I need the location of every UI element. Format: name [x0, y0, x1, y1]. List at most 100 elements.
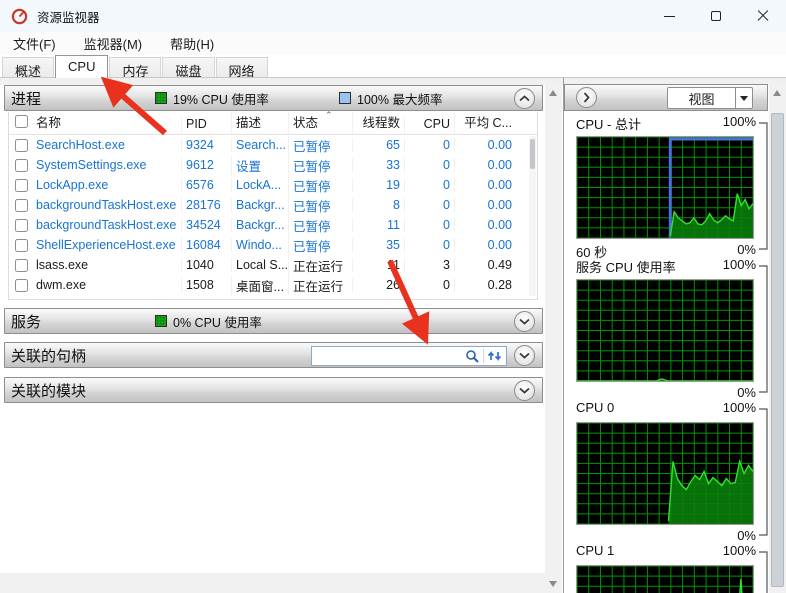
table-row[interactable]: backgroundTaskHost.exe 28176 Backgr... 已… — [9, 195, 537, 215]
modules-section-header[interactable]: 关联的模块 — [4, 377, 543, 403]
table-scrollbar[interactable] — [529, 136, 536, 296]
minimize-button[interactable] — [646, 0, 692, 32]
main-scrollbar[interactable] — [545, 84, 562, 593]
column-header-name[interactable]: 名称 — [9, 112, 181, 134]
row-checkbox[interactable] — [15, 178, 28, 192]
cpu-usage-label: 19% CPU 使用率 — [173, 92, 269, 107]
select-all-checkbox[interactable] — [15, 115, 28, 128]
services-section-header[interactable]: 服务 0% CPU 使用率 — [4, 308, 543, 334]
tab-network[interactable]: 网络 — [215, 57, 268, 79]
resource-monitor-window: 资源监视器 文件(F) 监视器(M) 帮助(H) 概述 CPU 内存 磁盘 网络… — [0, 0, 786, 593]
row-checkbox[interactable] — [15, 158, 28, 172]
cpu-total-chart — [577, 137, 753, 238]
minimize-icon — [663, 15, 675, 17]
close-icon — [757, 10, 769, 22]
graphs-scrollbar[interactable] — [769, 84, 786, 593]
cpu-1-chart — [577, 566, 753, 593]
view-split-button: 视图 — [667, 87, 753, 109]
row-checkbox[interactable] — [15, 138, 28, 152]
chevron-down-icon — [519, 387, 530, 394]
tab-memory[interactable]: 内存 — [109, 57, 162, 79]
handles-section-header[interactable]: 关联的句柄 — [4, 342, 543, 368]
handles-title: 关联的句柄 — [11, 347, 87, 365]
tab-overview[interactable]: 概述 — [2, 57, 55, 79]
menu-bar: 文件(F) 监视器(M) 帮助(H) — [0, 32, 786, 55]
view-button[interactable]: 视图 — [667, 87, 736, 109]
process-rows: SearchHost.exe 9324 Search... 已暂停 65 0 0… — [9, 135, 537, 295]
row-checkbox[interactable] — [15, 218, 28, 232]
bottom-strip — [0, 573, 545, 593]
row-checkbox[interactable] — [15, 238, 28, 252]
cpu-usage-meter-icon — [155, 92, 167, 104]
scroll-up-icon[interactable] — [773, 90, 781, 96]
processes-section-header[interactable]: 进程 19% CPU 使用率 100% 最大频率 — [4, 85, 543, 111]
view-dropdown-button[interactable] — [736, 87, 753, 109]
row-checkbox[interactable] — [15, 278, 28, 292]
graph-cpu-0: CPU 0 100% 0% — [564, 400, 768, 543]
column-header-cpu[interactable]: CPU — [404, 117, 454, 134]
menu-monitor[interactable]: 监视器(M) — [80, 32, 147, 55]
modules-expand-button[interactable] — [514, 380, 535, 401]
search-icon[interactable] — [465, 349, 480, 364]
graph-cpu-1: CPU 1 100% 0% — [564, 543, 768, 593]
chevron-down-icon — [519, 318, 530, 325]
process-table: ⌃ 名称 PID 描述 状态 线程数 CPU 平均 C... SearchHos… — [8, 110, 538, 300]
table-row[interactable]: LockApp.exe 6576 LockA... 已暂停 19 0 0.00 — [9, 175, 537, 195]
table-row[interactable]: SearchHost.exe 9324 Search... 已暂停 65 0 0… — [9, 135, 537, 155]
services-cpu-meter-icon — [155, 315, 167, 327]
graphs-scrollbar-thumb[interactable] — [771, 113, 784, 587]
menu-file[interactable]: 文件(F) — [9, 32, 60, 55]
graph-ymin-label: 0% — [737, 385, 756, 400]
services-title: 服务 — [11, 313, 42, 331]
graph-ymax-label: 100% — [722, 543, 756, 558]
services-expand-button[interactable] — [514, 311, 535, 332]
resource-monitor-icon — [11, 8, 28, 25]
graph-ymax-label: 100% — [722, 114, 756, 129]
column-header-status[interactable]: 状态 — [288, 112, 352, 134]
row-checkbox[interactable] — [15, 258, 28, 272]
menu-help[interactable]: 帮助(H) — [166, 32, 218, 55]
tab-cpu[interactable]: CPU — [55, 55, 109, 78]
graph-title: CPU - 总计 — [576, 117, 642, 132]
maximize-icon — [711, 11, 721, 21]
process-table-header: ⌃ 名称 PID 描述 状态 线程数 CPU 平均 C... — [9, 110, 537, 135]
table-row[interactable]: lsass.exe 1040 Local S... 正在运行 11 3 0.49 — [9, 255, 537, 275]
table-row[interactable]: ShellExperienceHost.exe 16084 Windo... 已… — [9, 235, 537, 255]
graphs-collapse-button[interactable] — [576, 87, 597, 108]
chevron-right-icon — [583, 92, 590, 103]
handles-search-input[interactable] — [312, 347, 462, 365]
column-header-avg[interactable]: 平均 C... — [454, 112, 516, 134]
refresh-search-icon[interactable] — [487, 349, 503, 364]
column-header-pid[interactable]: PID — [181, 117, 231, 134]
title-bar: 资源监视器 — [0, 0, 786, 32]
graphs-panel: CPU - 总计 100% 60 秒 0% 服务 CPU 使用率 100% 0% — [564, 111, 768, 593]
graph-ymax-label: 100% — [722, 257, 756, 272]
column-header-threads[interactable]: 线程数 — [352, 112, 404, 134]
maximize-button[interactable] — [693, 0, 739, 32]
scroll-up-icon[interactable] — [549, 90, 557, 96]
close-button[interactable] — [740, 0, 786, 32]
processes-title: 进程 — [11, 90, 42, 108]
column-header-desc[interactable]: 描述 — [231, 112, 288, 134]
handles-search-box — [311, 346, 507, 366]
table-scrollbar-thumb[interactable] — [530, 139, 535, 169]
graph-ymin-label: 0% — [737, 528, 756, 543]
services-cpu-legend: 0% CPU 使用率 — [155, 312, 262, 331]
tab-disk[interactable]: 磁盘 — [162, 57, 215, 79]
graph-title: CPU 0 — [576, 400, 615, 415]
dropdown-arrow-icon — [740, 95, 748, 101]
modules-title: 关联的模块 — [11, 382, 87, 400]
handles-expand-button[interactable] — [514, 345, 535, 366]
chevron-down-icon — [519, 352, 530, 359]
tab-bar: 概述 CPU 内存 磁盘 网络 — [2, 55, 269, 79]
max-frequency-legend: 100% 最大频率 — [339, 89, 442, 108]
services-cpu-label: 0% CPU 使用率 — [173, 315, 262, 330]
table-row[interactable]: dwm.exe 1508 桌面窗... 正在运行 26 0 0.28 — [9, 275, 537, 295]
row-checkbox[interactable] — [15, 198, 28, 212]
graphs-toolbar: 视图 — [564, 84, 768, 111]
processes-collapse-button[interactable] — [514, 88, 535, 109]
table-row[interactable]: SystemSettings.exe 9612 设置 已暂停 33 0 0.00 — [9, 155, 537, 175]
scroll-down-icon[interactable] — [549, 581, 557, 587]
search-divider — [483, 349, 484, 363]
table-row[interactable]: backgroundTaskHost.exe 34524 Backgr... 已… — [9, 215, 537, 235]
